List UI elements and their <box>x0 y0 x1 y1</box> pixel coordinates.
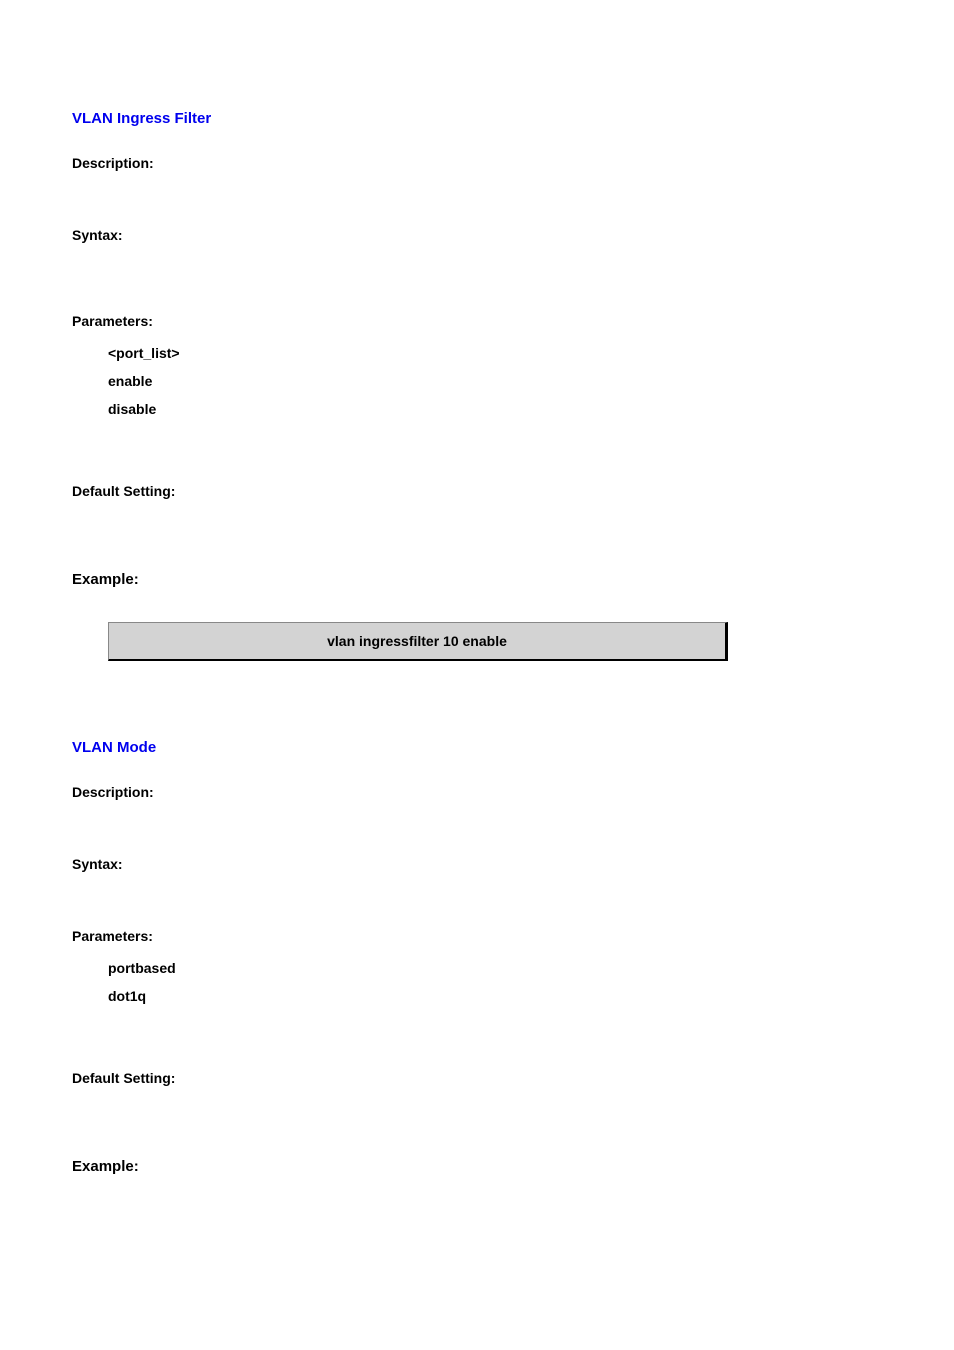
parameters-list: portbased dot1q <box>108 954 882 1010</box>
parameters-list: <port_list> enable disable <box>108 339 882 423</box>
label-syntax: Syntax: <box>72 227 882 243</box>
label-parameters: Parameters: <box>72 313 882 329</box>
param-item: enable <box>108 367 882 395</box>
section-title-vlan-mode: VLAN Mode <box>72 739 882 756</box>
label-description: Description: <box>72 155 882 171</box>
param-item: dot1q <box>108 982 882 1010</box>
label-syntax: Syntax: <box>72 856 882 872</box>
label-example: Example: <box>72 571 882 588</box>
label-default-setting: Default Setting: <box>72 1070 882 1086</box>
label-example: Example: <box>72 1158 882 1175</box>
section-title-vlan-ingress-filter: VLAN Ingress Filter <box>72 110 882 127</box>
label-parameters: Parameters: <box>72 928 882 944</box>
label-description: Description: <box>72 784 882 800</box>
param-item: disable <box>108 395 882 423</box>
param-item: portbased <box>108 954 882 982</box>
label-default-setting: Default Setting: <box>72 483 882 499</box>
param-item: <port_list> <box>108 339 882 367</box>
example-code-box: vlan ingressfilter 10 enable <box>108 622 728 661</box>
